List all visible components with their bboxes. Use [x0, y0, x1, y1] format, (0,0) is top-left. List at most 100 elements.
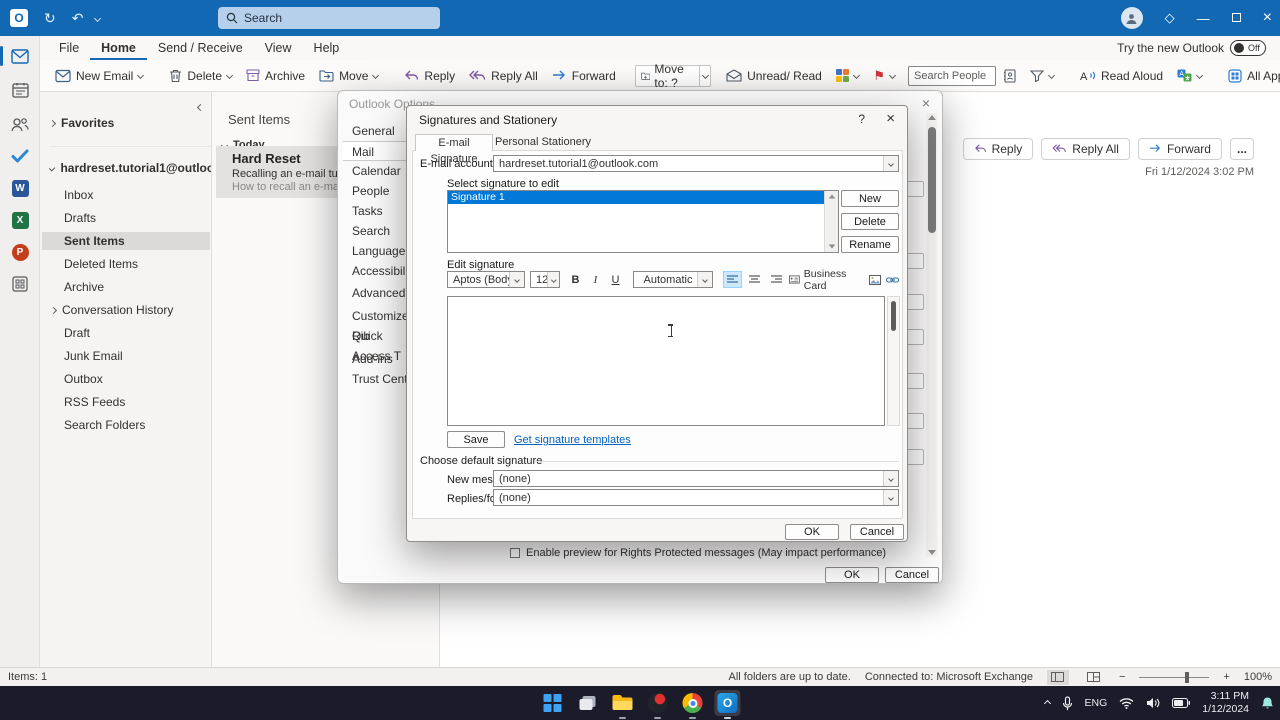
account-avatar[interactable] — [1120, 7, 1143, 29]
new-outlook-toggle[interactable]: Off — [1230, 40, 1266, 56]
rail-powerpoint-icon[interactable]: P — [8, 240, 32, 264]
folder-junk-email[interactable]: Junk Email — [64, 347, 211, 365]
zoom-out-button[interactable]: − — [1119, 671, 1125, 683]
folder-outbox[interactable]: Outbox — [64, 370, 211, 388]
business-card-button[interactable]: Business Card — [789, 268, 865, 292]
edit-area-scrollbar[interactable] — [887, 296, 900, 426]
chevron-down-icon[interactable] — [1196, 71, 1204, 80]
minimize-button[interactable]: — — [1197, 11, 1210, 26]
notification-bell-icon[interactable] — [1261, 696, 1274, 710]
menu-send-receive[interactable]: Send / Receive — [147, 36, 254, 60]
signatures-cancel-button[interactable]: Cancel — [850, 524, 904, 540]
filter-button[interactable] — [1023, 66, 1061, 86]
folder-conversation-history[interactable]: Conversation History — [49, 301, 211, 319]
rail-people-icon[interactable] — [8, 112, 32, 136]
outlook-taskbar-button[interactable]: O — [714, 690, 741, 719]
search-box[interactable]: Search — [218, 7, 440, 29]
forward-button[interactable]: Forward — [545, 65, 623, 87]
folder-draft[interactable]: Draft — [64, 324, 211, 342]
chevron-down-icon[interactable] — [547, 272, 559, 287]
checkbox[interactable] — [510, 548, 520, 558]
start-button[interactable] — [540, 690, 566, 716]
options-cancel-button[interactable]: Cancel — [885, 567, 939, 583]
signature-list-scrollbar[interactable] — [824, 191, 838, 252]
chevron-down-icon[interactable] — [372, 71, 380, 80]
undo-icon[interactable]: ↶ — [72, 10, 84, 27]
task-view-button[interactable] — [575, 690, 601, 716]
new-email-button[interactable]: New Email — [48, 65, 150, 87]
reply-button[interactable]: Reply — [397, 65, 462, 87]
sync-icon[interactable]: ↻ — [44, 10, 56, 27]
insert-link-button[interactable] — [885, 271, 900, 288]
flag-button[interactable]: ⚑ — [866, 65, 902, 86]
font-color-combo[interactable]: Automatic — [633, 271, 713, 288]
signature-list[interactable]: Signature 1 — [447, 190, 839, 253]
media-app-button[interactable] — [645, 690, 671, 719]
delete-signature-button[interactable]: Delete — [841, 213, 899, 230]
zoom-slider-thumb[interactable] — [1185, 671, 1190, 683]
rail-more-apps-icon[interactable] — [8, 272, 32, 296]
save-button[interactable]: Save — [447, 431, 505, 448]
font-family-combo[interactable]: Aptos (Body) — [447, 271, 525, 288]
scroll-up-icon[interactable] — [828, 194, 835, 199]
chevron-down-icon[interactable] — [509, 272, 524, 287]
close-button[interactable]: × — [1263, 9, 1272, 27]
language-indicator[interactable]: ENG — [1085, 697, 1108, 709]
forward-button-reading[interactable]: Forward — [1137, 138, 1222, 160]
folder-search-folders[interactable]: Search Folders — [64, 416, 211, 434]
menu-file[interactable]: File — [48, 36, 90, 60]
signature-edit-area[interactable] — [447, 296, 885, 426]
scroll-down-icon[interactable] — [828, 244, 835, 249]
tab-personal-stationery[interactable]: Personal Stationery — [495, 134, 591, 151]
reply-all-button-reading[interactable]: Reply All — [1041, 138, 1130, 160]
menu-help[interactable]: Help — [303, 36, 351, 60]
options-scrollbar[interactable] — [926, 113, 937, 557]
signatures-ok-button[interactable]: OK — [785, 524, 839, 540]
zoom-slider[interactable] — [1139, 671, 1210, 683]
file-explorer-button[interactable] — [610, 690, 636, 719]
menu-view[interactable]: View — [254, 36, 303, 60]
scroll-down-icon[interactable] — [927, 550, 936, 555]
translate-button[interactable]: A — [1170, 65, 1209, 86]
new-signature-button[interactable]: New — [841, 190, 899, 207]
account-header[interactable]: hardreset.tutorial1@outlook.... — [48, 159, 211, 177]
layout-view-button[interactable] — [1083, 670, 1105, 685]
reading-view-button[interactable] — [1046, 669, 1069, 685]
move-button[interactable]: Move — [312, 65, 385, 87]
delete-button[interactable]: Delete — [162, 65, 239, 87]
chevron-down-icon[interactable] — [137, 71, 145, 80]
options-ok-button[interactable]: OK — [825, 567, 879, 583]
move-to-dropdown[interactable] — [698, 65, 710, 86]
clock[interactable]: 3:11 PM 1/12/2024 — [1202, 690, 1249, 716]
align-left-button[interactable] — [723, 271, 742, 288]
reply-button-reading[interactable]: Reply — [962, 138, 1034, 160]
chevron-down-icon[interactable] — [853, 71, 861, 80]
insert-image-button[interactable] — [867, 271, 882, 288]
folder-drafts[interactable]: Drafts — [64, 209, 211, 227]
scrollbar-thumb[interactable] — [891, 301, 896, 331]
rail-calendar-icon[interactable] — [8, 78, 32, 102]
chevron-down-icon[interactable] — [888, 71, 897, 80]
microphone-icon[interactable] — [1062, 695, 1073, 711]
chevron-down-icon[interactable] — [883, 156, 898, 171]
tray-expand-icon[interactable] — [1043, 699, 1051, 707]
zoom-in-button[interactable]: + — [1223, 671, 1229, 683]
help-button[interactable]: ? — [858, 112, 865, 126]
rail-word-icon[interactable]: W — [8, 176, 32, 200]
unread-read-button[interactable]: Unread/ Read — [719, 65, 829, 87]
favorites-header[interactable]: Favorites — [48, 114, 211, 132]
align-center-button[interactable] — [745, 271, 764, 288]
chevron-down-icon[interactable] — [1047, 71, 1056, 80]
quick-access-caret-icon[interactable] — [94, 14, 102, 22]
categorize-button[interactable] — [829, 65, 867, 87]
signature-templates-link[interactable]: Get signature templates — [514, 434, 631, 446]
move-to-combo[interactable]: Move to: ? — [634, 62, 712, 90]
rail-excel-icon[interactable]: X — [8, 208, 32, 232]
align-right-button[interactable] — [767, 271, 786, 288]
folder-inbox[interactable]: Inbox — [64, 186, 211, 204]
options-close-button[interactable]: × — [922, 95, 930, 111]
email-account-combo[interactable]: hardreset.tutorial1@outlook.com — [493, 155, 899, 172]
search-people-input[interactable] — [908, 65, 997, 86]
underline-button[interactable]: U — [607, 271, 624, 288]
folder-rss-feeds[interactable]: RSS Feeds — [64, 393, 211, 411]
